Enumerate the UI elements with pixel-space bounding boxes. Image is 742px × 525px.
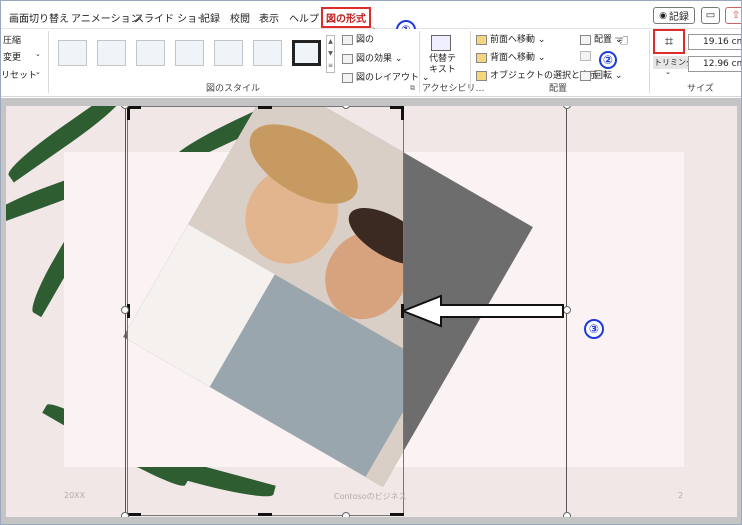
crop-outline: [127, 106, 404, 516]
resize-handle[interactable]: [563, 106, 571, 109]
slide-workspace: ③ 20XX Contosoのビジネス 2: [1, 98, 741, 524]
picture-effects-button[interactable]: 図の効果 ⌄: [342, 51, 402, 64]
send-backward-icon: [476, 52, 487, 63]
footer-text: Contosoのビジネス: [334, 492, 407, 501]
group-label-accessibility: アクセシビリ…: [422, 84, 485, 94]
reset-picture-button[interactable]: リセット: [1, 68, 37, 81]
tab-slideshow[interactable]: スライド ショー: [134, 10, 207, 25]
picture-border-icon: [342, 34, 353, 45]
resize-handle[interactable]: [121, 306, 129, 314]
window: 画面切り替え アニメーション スライド ショー 記録 校閲 表示 ヘルプ 図の形…: [0, 0, 742, 525]
picture-style-5[interactable]: [214, 40, 243, 66]
tab-help[interactable]: ヘルプ: [289, 10, 319, 25]
comments-button[interactable]: ▭: [701, 7, 720, 24]
crop-highlight[interactable]: ⌗: [653, 29, 685, 54]
footer-date: 20XX: [64, 491, 86, 500]
crop-handle-corner[interactable]: [401, 106, 404, 120]
rotate-button[interactable]: 回転 ⌄: [580, 68, 622, 81]
record-dot-icon: ◉: [659, 10, 667, 21]
picture-style-4[interactable]: [175, 40, 204, 66]
selection-pane-icon: [476, 70, 487, 81]
group-label-size: サイズ: [687, 84, 714, 94]
ribbon: 圧縮 変更 リセット ⌄ ⌄ ▲ ▼ ≡ 図の 図の効果 ⌄ 図のレイアウト ⌄ 図…: [1, 29, 741, 97]
picture-style-1[interactable]: [58, 40, 87, 66]
comment-icon: ▭: [705, 10, 716, 21]
tab-transitions[interactable]: 画面切り替え: [9, 10, 69, 25]
picture-style-6[interactable]: [253, 40, 282, 66]
crop-handle-top[interactable]: [258, 106, 272, 109]
slide-number: 2: [678, 491, 684, 500]
picture-layout-button[interactable]: 図のレイアウト ⌄: [342, 70, 429, 83]
group-icon: [580, 51, 591, 61]
alt-text-icon: [431, 35, 451, 51]
alt-text-button[interactable]: 代替テ キスト: [429, 54, 456, 76]
gallery-scroll[interactable]: ▲ ▼ ≡: [326, 35, 335, 73]
tab-picture-format[interactable]: 図の形式: [321, 7, 371, 28]
tab-record[interactable]: 記録: [200, 10, 220, 25]
share-button[interactable]: ⇧: [725, 7, 741, 24]
align-icon: [580, 34, 591, 45]
crop-handle-bottom[interactable]: [258, 513, 272, 516]
height-field[interactable]: 19.16 cm: [688, 34, 741, 50]
tab-review[interactable]: 校閲: [230, 10, 250, 25]
change-picture-button[interactable]: 変更: [3, 50, 21, 63]
crop-handle-corner[interactable]: [127, 513, 141, 516]
resize-handle[interactable]: [121, 512, 129, 517]
dialog-launcher-icon[interactable]: ⧉: [410, 84, 415, 93]
divider: [649, 31, 650, 93]
picture-style-2[interactable]: [97, 40, 126, 66]
bring-forward-icon: [476, 34, 487, 45]
divider: [48, 31, 49, 93]
chevron-down-icon: ⌄: [35, 50, 41, 58]
group-label-picture-styles: 図のスタイル: [206, 84, 261, 94]
send-backward-button[interactable]: 背面へ移動 ⌄: [476, 50, 545, 63]
picture-layout-icon: [342, 72, 353, 83]
width-field[interactable]: 12.96 cm: [688, 56, 741, 72]
divider: [419, 31, 420, 93]
ribbon-tabs: 画面切り替え アニメーション スライド ショー 記録 校閲 表示 ヘルプ 図の形…: [1, 1, 741, 45]
tab-view[interactable]: 表示: [259, 10, 279, 25]
annotation-3: ③: [584, 319, 604, 339]
crop-icon: ⌗: [664, 32, 674, 50]
group-button[interactable]: [580, 51, 594, 62]
crop-handle-corner[interactable]: [390, 513, 404, 516]
group-label-arrange: 配置: [549, 84, 568, 94]
resize-handle[interactable]: [342, 512, 350, 517]
chevron-down-icon: ⌄: [35, 68, 41, 76]
resize-handle[interactable]: [563, 512, 571, 517]
slide[interactable]: ③ 20XX Contosoのビジネス 2: [6, 106, 737, 517]
drag-arrow-icon: [401, 294, 564, 328]
tab-animations[interactable]: アニメーション: [71, 10, 141, 25]
rotate-icon: [580, 70, 591, 81]
bring-forward-button[interactable]: 前面へ移動 ⌄: [476, 32, 545, 45]
picture-effects-icon: [342, 53, 353, 64]
hand-pointer-icon: ☜: [614, 31, 630, 51]
record-button[interactable]: ◉ 記録: [653, 7, 695, 24]
chevron-down-icon: ⌄: [665, 68, 671, 76]
picture-style-7[interactable]: [292, 40, 321, 66]
share-icon: ⇧: [731, 10, 741, 21]
annotation-2: ②: [599, 51, 617, 69]
compress-pictures-button[interactable]: 圧縮: [3, 33, 21, 46]
picture-style-3[interactable]: [136, 40, 165, 66]
picture-border-button[interactable]: 図の: [342, 32, 374, 45]
divider: [470, 31, 471, 93]
